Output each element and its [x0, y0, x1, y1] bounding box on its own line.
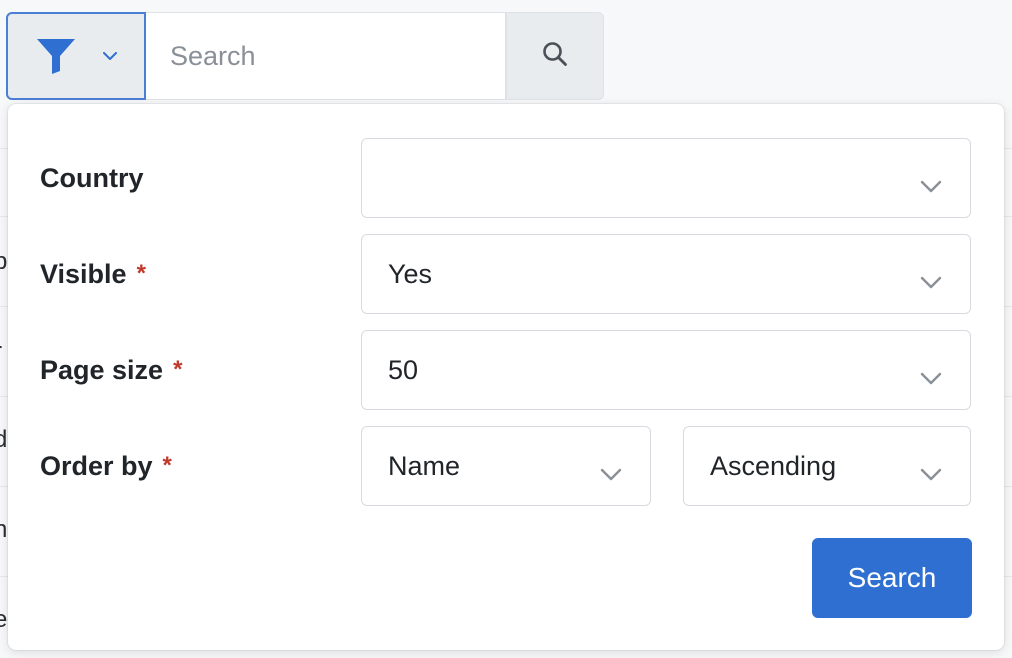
order-by-field-value: Name	[388, 450, 461, 481]
required-marker: *	[136, 260, 146, 287]
search-input[interactable]	[146, 12, 506, 100]
chevron-down-icon	[920, 362, 942, 393]
order-by-label-text: Order by	[40, 450, 153, 481]
page-size-select[interactable]: 50	[361, 330, 971, 410]
order-by-direction-select[interactable]: Ascending	[683, 426, 971, 506]
visible-select-value: Yes	[388, 258, 433, 289]
visible-label-text: Visible	[40, 258, 127, 289]
background-row-text: n	[0, 516, 8, 543]
chevron-down-icon	[103, 51, 117, 61]
filter-panel: Country Visible * Yes Page size * 50 Ord…	[8, 104, 1004, 650]
filter-row-visible: Visible * Yes	[8, 234, 1004, 314]
page-size-label-text: Page size	[40, 354, 164, 385]
order-by-field-select[interactable]: Name	[361, 426, 651, 506]
page-size-label: Page size *	[40, 330, 182, 410]
filter-icon	[35, 37, 77, 75]
required-marker: *	[173, 356, 183, 383]
filter-row-page-size: Page size * 50	[8, 330, 1004, 410]
page-size-select-value: 50	[388, 354, 419, 385]
background-row-text: p	[0, 248, 8, 275]
country-label: Country	[40, 138, 144, 218]
search-bar	[6, 12, 606, 100]
filter-toggle-button[interactable]	[6, 12, 146, 100]
order-by-direction-value: Ascending	[710, 450, 837, 481]
background-row-text: r	[0, 338, 2, 366]
search-icon	[542, 41, 568, 72]
chevron-down-icon	[920, 458, 942, 489]
background-row-text: e	[0, 606, 8, 633]
chevron-down-icon	[920, 266, 942, 297]
filter-row-country: Country	[8, 138, 1004, 218]
search-button[interactable]: Search	[812, 538, 972, 618]
chevron-down-icon	[920, 170, 942, 201]
filter-row-order-by: Order by * Name Ascending	[8, 426, 1004, 506]
order-by-label: Order by *	[40, 426, 172, 506]
required-marker: *	[162, 452, 172, 479]
visible-label: Visible *	[40, 234, 146, 314]
country-label-text: Country	[40, 162, 144, 193]
visible-select[interactable]: Yes	[361, 234, 971, 314]
chevron-down-icon	[600, 458, 622, 489]
country-select[interactable]	[361, 138, 971, 218]
background-row-text: d	[0, 426, 8, 453]
search-submit-button[interactable]	[506, 12, 604, 100]
